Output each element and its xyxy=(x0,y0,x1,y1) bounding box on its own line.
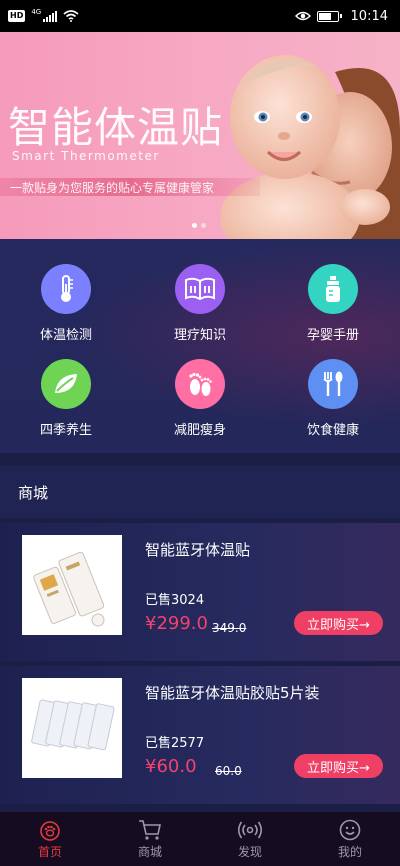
baby-bottle-icon xyxy=(308,264,358,314)
category-label: 减肥瘦身 xyxy=(173,423,226,438)
status-right: 10:14 xyxy=(294,8,388,24)
category-label: 理疗知识 xyxy=(173,328,226,343)
category-diet[interactable]: 饮食健康 xyxy=(283,359,383,438)
product-sold-count: 已售2577 xyxy=(145,736,205,751)
product-card[interactable]: 智能蓝牙体温贴胶贴5片装 已售2577 ¥60.0 60.0 立即购买→ xyxy=(0,666,400,804)
fork-spoon-icon xyxy=(308,359,358,409)
nav-tab-home[interactable]: 首页 xyxy=(0,812,100,866)
product-name: 智能蓝牙体温贴胶贴5片装 xyxy=(145,684,320,702)
leaf-icon xyxy=(41,359,91,409)
product-image[interactable] xyxy=(22,535,122,635)
banner-dot-2[interactable] xyxy=(201,223,206,228)
buy-now-button[interactable]: 立即购买→ xyxy=(294,754,383,778)
banner-dot-1[interactable] xyxy=(192,223,197,228)
footprint-icon xyxy=(175,359,225,409)
book-icon xyxy=(175,264,225,314)
buy-now-button[interactable]: 立即购买→ xyxy=(294,611,383,635)
bottom-navigation: 首页 商城 发现 我的 xyxy=(0,812,400,866)
product-price: ¥299.0 xyxy=(145,613,208,634)
category-temperature[interactable]: 体温检测 xyxy=(16,264,116,343)
category-seasonal-health[interactable]: 四季养生 xyxy=(16,359,116,438)
status-left: HD 4G xyxy=(8,8,79,22)
nav-label: 首页 xyxy=(37,844,62,859)
product-original-price: 349.0 xyxy=(212,621,247,635)
nav-tab-profile[interactable]: 我的 xyxy=(300,812,400,866)
status-bar: HD 4G 10:14 xyxy=(0,0,400,32)
product-card[interactable]: 智能蓝牙体温贴 已售3024 ¥299.0 349.0 立即购买→ xyxy=(0,523,400,661)
banner-title: 智能体温贴 xyxy=(8,103,224,152)
product-original-price: 60.0 xyxy=(215,764,242,778)
promo-banner[interactable]: 智能体温贴 Smart Thermometer 一款贴身为您服务的贴心专属健康管… xyxy=(0,32,400,239)
status-time: 10:14 xyxy=(350,8,388,24)
wifi-icon xyxy=(63,10,79,22)
banner-slogan: 一款贴身为您服务的贴心专属健康管家 xyxy=(10,181,215,195)
battery-icon xyxy=(316,10,342,22)
nav-label: 我的 xyxy=(337,844,362,859)
home-paw-icon xyxy=(40,820,60,841)
category-label: 孕婴手册 xyxy=(306,328,359,343)
product-name: 智能蓝牙体温贴 xyxy=(145,541,251,559)
category-maternity[interactable]: 孕婴手册 xyxy=(283,264,383,343)
nav-label: 商城 xyxy=(137,844,162,859)
category-label: 四季养生 xyxy=(39,423,92,438)
radar-icon xyxy=(237,821,263,838)
banner-pagination[interactable] xyxy=(192,223,206,228)
category-grid: 体温检测 理疗知识 孕婴手册 四季养生 减肥瘦身 饮食健康 xyxy=(0,239,400,453)
thermometer-icon xyxy=(41,264,91,314)
cart-icon xyxy=(139,819,161,840)
signal-icon xyxy=(43,10,58,22)
shop-title: 商城 xyxy=(18,483,49,502)
nav-tab-discover[interactable]: 发现 xyxy=(200,812,300,866)
nav-tab-shop[interactable]: 商城 xyxy=(100,812,200,866)
nav-label: 发现 xyxy=(237,844,262,859)
banner-subtitle: Smart Thermometer xyxy=(12,149,160,163)
category-weight-loss[interactable]: 减肥瘦身 xyxy=(150,359,250,438)
hd-badge: HD xyxy=(8,10,26,22)
category-label: 饮食健康 xyxy=(306,423,359,438)
product-price: ¥60.0 xyxy=(145,756,197,777)
category-label: 体温检测 xyxy=(39,328,92,343)
product-sold-count: 已售3024 xyxy=(145,593,205,608)
shop-section-title: 商城 xyxy=(0,466,400,518)
product-image[interactable] xyxy=(22,678,122,778)
category-therapy[interactable]: 理疗知识 xyxy=(150,264,250,343)
user-icon xyxy=(339,819,361,840)
eye-comfort-icon xyxy=(294,11,311,21)
mother-baby-photo xyxy=(220,55,400,239)
network-type: 4G xyxy=(31,8,42,16)
